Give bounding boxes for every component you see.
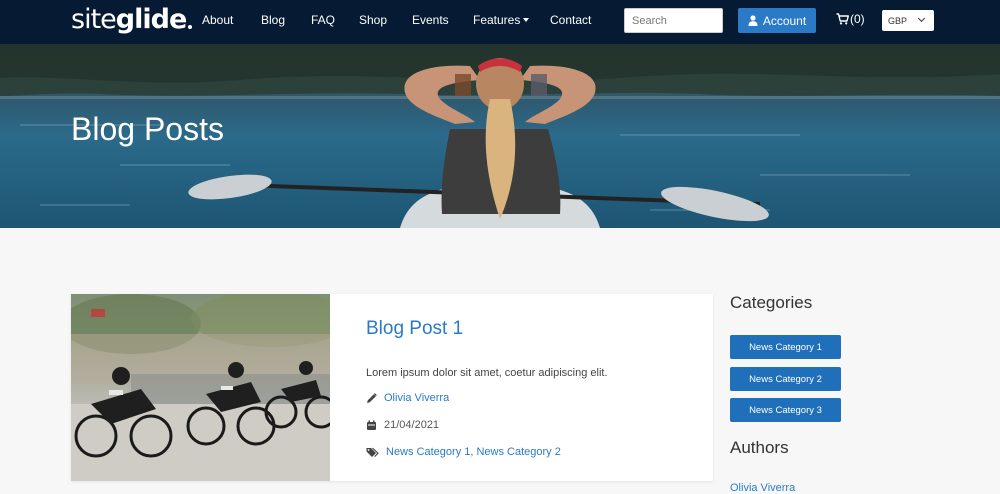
post-author: Olivia Viverra [366, 392, 449, 404]
nav-link-shop[interactable]: Shop [359, 13, 387, 27]
search-input[interactable] [624, 8, 723, 33]
calendar-icon [367, 420, 376, 430]
category-button-2[interactable]: News Category 2 [730, 367, 841, 391]
nav-link-about[interactable]: About [202, 13, 233, 27]
chevron-down-icon [917, 14, 926, 23]
nav-link-blog[interactable]: Blog [261, 13, 285, 27]
category-button-1[interactable]: News Category 1 [730, 335, 841, 359]
pencil-icon [367, 392, 377, 403]
hero-banner: Blog Posts [0, 44, 1000, 228]
currency-select[interactable]: GBP [882, 10, 934, 31]
top-navbar: site glide About Blog FAQ Shop Events Fea… [0, 0, 1000, 44]
post-title-link[interactable]: Blog Post 1 [366, 318, 463, 340]
category-links[interactable]: News Category 1, News Category 2 [386, 446, 561, 458]
nav-link-faq[interactable]: FAQ [311, 13, 335, 27]
sidebar-author-link[interactable]: Olivia Viverra [730, 482, 795, 494]
nav-link-events[interactable]: Events [412, 13, 449, 27]
page-title: Blog Posts [71, 111, 224, 147]
shopping-cart-icon [836, 13, 849, 25]
authors-heading: Authors [730, 438, 789, 457]
account-button[interactable]: Account [738, 8, 816, 33]
cart-link[interactable]: (0) [836, 12, 865, 26]
user-icon [748, 15, 758, 26]
cart-count: (0) [850, 12, 865, 26]
category-button-3[interactable]: News Category 3 [730, 398, 841, 422]
tags-icon [366, 447, 379, 457]
post-categories: News Category 1, News Category 2 [366, 446, 561, 458]
site-logo[interactable]: site glide [71, 4, 193, 38]
nav-link-features[interactable]: Features [473, 13, 530, 27]
cyclists-image [71, 294, 330, 481]
post-date: 21/04/2021 [366, 419, 439, 431]
categories-heading: Categories [730, 293, 813, 312]
nav-link-contact[interactable]: Contact [550, 13, 591, 27]
caret-down-icon [523, 18, 530, 22]
author-link[interactable]: Olivia Viverra [384, 392, 449, 404]
post-excerpt: Lorem ipsum dolor sit amet, coetur adipi… [366, 367, 608, 379]
post-thumbnail[interactable] [71, 294, 330, 481]
